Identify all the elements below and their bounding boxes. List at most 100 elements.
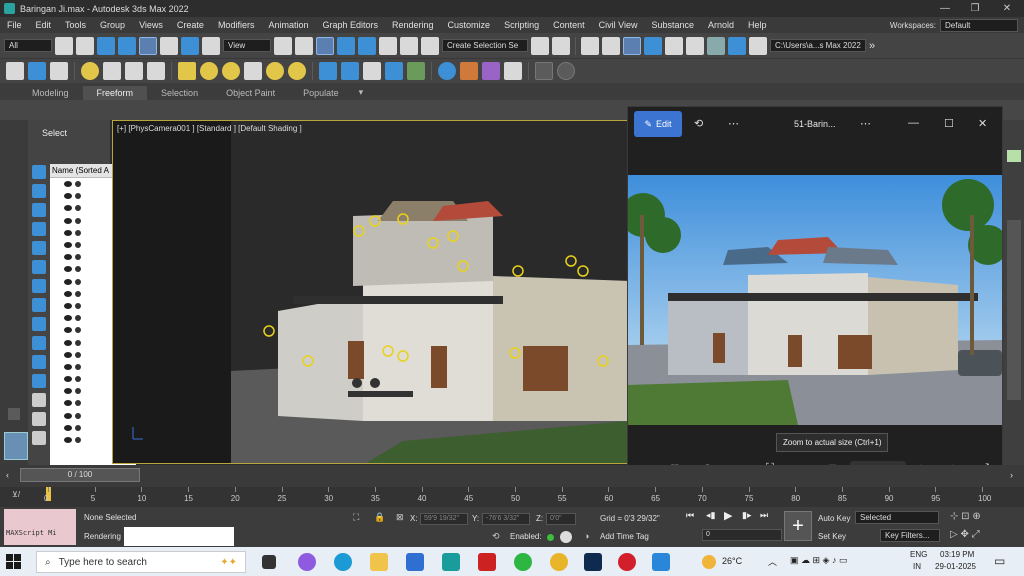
align-icon[interactable] <box>552 36 570 55</box>
sphere-light-icon[interactable] <box>222 62 240 80</box>
prev-frame-icon[interactable]: ◂▮ <box>706 510 715 521</box>
visibility-eye-icon[interactable] <box>64 388 72 395</box>
menu-content[interactable]: Content <box>546 20 592 30</box>
schematic-view-icon[interactable] <box>665 36 683 55</box>
toolbar-overflow-icon[interactable]: » <box>869 40 875 52</box>
visibility-eye-icon[interactable] <box>64 181 72 188</box>
filter-spacewarps-icon[interactable] <box>32 260 46 274</box>
edge-icon[interactable] <box>334 553 352 571</box>
visibility-eye-icon[interactable] <box>64 437 72 444</box>
whatsapp-icon[interactable] <box>514 553 532 571</box>
menu-edit[interactable]: Edit <box>29 20 59 30</box>
set-key-button[interactable]: Set Key <box>818 532 846 541</box>
menu-graph-editors[interactable]: Graph Editors <box>315 20 385 30</box>
time-slider[interactable]: 0 / 100 <box>20 468 140 482</box>
keyboard-shortcut-icon[interactable] <box>316 36 334 55</box>
scatter-icon[interactable] <box>319 62 337 80</box>
visibility-eye-icon[interactable] <box>64 315 72 322</box>
visibility-eye-icon[interactable] <box>64 229 72 236</box>
info-toggle-icon[interactable] <box>560 531 572 543</box>
goto-start-icon[interactable]: ⏮ <box>686 510 694 521</box>
freeze-toggle-icon[interactable] <box>75 266 81 273</box>
goto-end-icon[interactable]: ⏭ <box>760 510 768 521</box>
filter-invert-icon[interactable] <box>32 431 46 445</box>
plane-icon[interactable] <box>178 62 196 80</box>
rotate-icon[interactable] <box>160 36 178 55</box>
edit-button[interactable]: ✎ Edit <box>634 111 682 137</box>
photos-app-icon[interactable] <box>652 553 670 571</box>
visibility-eye-icon[interactable] <box>64 266 72 273</box>
select-by-name-icon[interactable] <box>76 36 94 55</box>
menu-views[interactable]: Views <box>132 20 170 30</box>
current-frame-field[interactable]: 0 <box>702 529 782 541</box>
visibility-eye-icon[interactable] <box>64 242 72 249</box>
maxscript-listener[interactable]: MAXScript Mi <box>4 509 76 545</box>
teapot-icon[interactable] <box>6 62 24 80</box>
freeze-toggle-icon[interactable] <box>75 363 81 370</box>
photoshop-icon[interactable] <box>584 553 602 571</box>
time-tag-icon[interactable]: ◑ <box>584 531 589 541</box>
visibility-eye-icon[interactable] <box>64 327 72 334</box>
settings-icon[interactable] <box>535 62 553 80</box>
isolate-icon[interactable]: ⛶ <box>353 512 359 523</box>
wind-icon[interactable] <box>147 62 165 80</box>
project-path-dropdown[interactable]: C:\Users\a...s Max 2022 <box>770 39 866 52</box>
adaptive-degradation-icon[interactable]: ⟲ <box>492 531 500 542</box>
visibility-eye-icon[interactable] <box>64 412 72 419</box>
filter-bones-icon[interactable] <box>32 317 46 331</box>
viewport-nav-icon[interactable]: ⊹ ⊡ ⊕ <box>950 511 981 522</box>
notification-icon[interactable]: ▭ <box>994 554 1005 568</box>
language-in[interactable]: IN <box>913 562 921 571</box>
filter-shapes-icon[interactable] <box>32 184 46 198</box>
filter-containers-icon[interactable] <box>32 336 46 350</box>
clock-time[interactable]: 03:19 PM <box>940 550 974 559</box>
tray-icons[interactable]: ▣ ☁ ⊞ ◈ ♪ ▭ <box>790 555 847 566</box>
freeze-toggle-icon[interactable] <box>75 376 81 383</box>
snap-3d-icon[interactable] <box>337 36 355 55</box>
freeze-toggle-icon[interactable] <box>75 412 81 419</box>
filter-hidden-icon[interactable] <box>32 374 46 388</box>
tab-populate[interactable]: Populate <box>289 86 353 100</box>
rendered-frame-window-icon[interactable] <box>728 36 746 55</box>
pivot-icon[interactable] <box>274 36 292 55</box>
tab-selection[interactable]: Selection <box>147 86 212 100</box>
visibility-eye-icon[interactable] <box>64 363 72 370</box>
3ds-max-icon[interactable] <box>442 553 460 571</box>
photos-minimize-icon[interactable]: — <box>908 117 919 129</box>
more-options-icon[interactable]: ⋯ <box>728 117 739 130</box>
menu-civil-view[interactable]: Civil View <box>592 20 645 30</box>
menu-arnold[interactable]: Arnold <box>701 20 741 30</box>
freeze-toggle-icon[interactable] <box>75 254 81 261</box>
menu-substance[interactable]: Substance <box>644 20 701 30</box>
close-button[interactable]: ✕ <box>992 0 1022 17</box>
ribbon-options-icon[interactable]: ▾ <box>353 85 370 100</box>
visibility-eye-icon[interactable] <box>64 339 72 346</box>
freeze-toggle-icon[interactable] <box>75 351 81 358</box>
proxy-icon[interactable] <box>363 62 381 80</box>
clock-date[interactable]: 29-01-2025 <box>935 562 976 571</box>
toggle-scene-explorer-icon[interactable] <box>581 36 599 55</box>
select-manipulate-icon[interactable] <box>295 36 313 55</box>
file-explorer-icon[interactable] <box>370 553 388 571</box>
rotate-icon[interactable]: ⟲ <box>694 117 703 130</box>
material-ball-icon[interactable] <box>341 62 359 80</box>
material-editor-icon[interactable] <box>686 36 704 55</box>
freeze-toggle-icon[interactable] <box>75 437 81 444</box>
viewport-thumb[interactable] <box>4 432 28 460</box>
help-icon[interactable] <box>557 62 575 80</box>
ref-coord-dropdown[interactable]: View <box>223 39 271 52</box>
filter-geometry-icon[interactable] <box>32 165 46 179</box>
color-swatch[interactable] <box>1007 150 1021 162</box>
named-selection-dropdown[interactable]: Create Selection Se <box>442 39 528 52</box>
absolute-mode-icon[interactable]: ⊠ <box>396 512 404 523</box>
menu-file[interactable]: File <box>0 20 29 30</box>
helper-icon[interactable] <box>125 62 143 80</box>
visibility-eye-icon[interactable] <box>64 302 72 309</box>
freeze-toggle-icon[interactable] <box>75 217 81 224</box>
filter-frozen-icon[interactable] <box>32 355 46 369</box>
selected-dropdown[interactable]: Selected <box>855 511 939 524</box>
viewport-nav-icon-2[interactable]: ▷ ✥ ⤢ <box>950 529 980 540</box>
visibility-eye-icon[interactable] <box>64 376 72 383</box>
language-eng[interactable]: ENG <box>910 550 927 559</box>
visibility-eye-icon[interactable] <box>64 193 72 200</box>
